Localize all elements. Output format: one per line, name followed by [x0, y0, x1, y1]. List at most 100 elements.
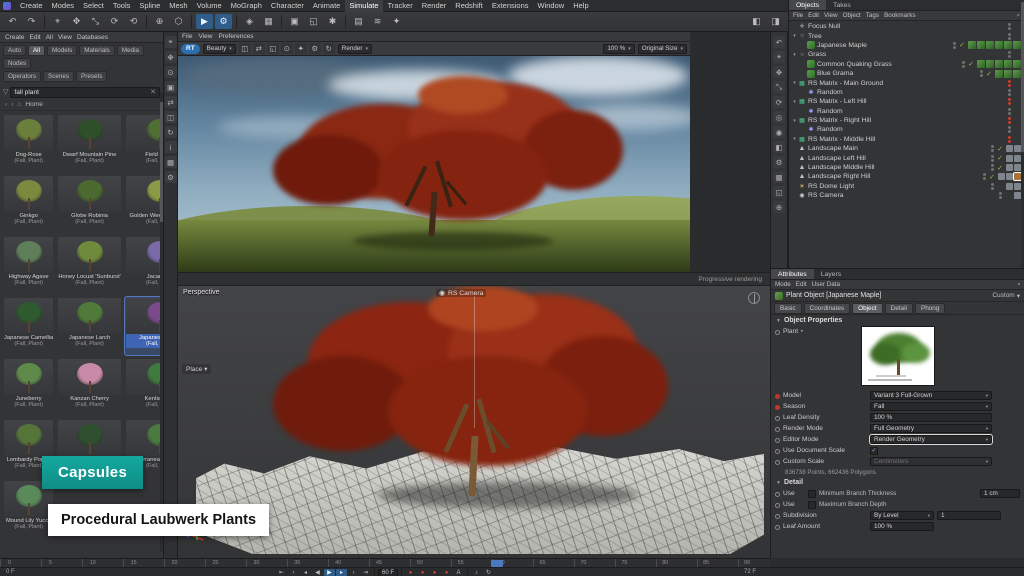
value-field[interactable]: 1 — [937, 511, 1001, 520]
denoise-icon[interactable]: ✦ — [295, 43, 307, 54]
viewport-label[interactable]: Perspective — [183, 289, 220, 296]
menu-character[interactable]: Character — [267, 0, 308, 12]
tag-icon[interactable] — [1014, 192, 1021, 199]
layout-right-icon[interactable]: ◨ — [767, 14, 784, 29]
visibility-dots[interactable] — [999, 192, 1002, 199]
section-tab-object[interactable]: Object — [852, 303, 882, 314]
texture-tag[interactable] — [1004, 41, 1012, 49]
visibility-dots[interactable] — [980, 70, 983, 77]
zoom-dropdown[interactable]: 100 %▾ — [603, 44, 634, 54]
visibility-dots[interactable] — [1008, 89, 1011, 96]
home-icon[interactable]: ⌂ — [17, 101, 21, 108]
group-header[interactable]: ▼ Detail — [771, 477, 1024, 488]
visibility-dots[interactable] — [983, 173, 986, 180]
editor-visibility-dot[interactable] — [1008, 80, 1011, 83]
render-visibility-dot[interactable] — [991, 149, 994, 152]
texture-tag[interactable] — [977, 41, 985, 49]
layout-left-icon[interactable]: ◧ — [748, 14, 765, 29]
sound-icon[interactable]: ♪ — [471, 569, 482, 576]
filters-icon[interactable]: ▦ — [773, 171, 785, 183]
texture-tag[interactable] — [1013, 70, 1021, 78]
attributes-menu-mode[interactable]: Mode — [775, 281, 791, 288]
section-tab-detail[interactable]: Detail — [885, 303, 913, 314]
current-frame-field[interactable]: 60 F — [378, 569, 398, 576]
section-tab-coordinates[interactable]: Coordinates — [804, 303, 850, 314]
frame-label-20[interactable]: 20 — [172, 560, 178, 566]
value-field[interactable]: 1 cm — [980, 489, 1020, 498]
go-to-start-icon[interactable]: ⇤ — [276, 569, 287, 576]
texture-tag[interactable] — [995, 70, 1003, 78]
compare-ab-icon[interactable]: ⇄ — [165, 96, 177, 108]
menu-create[interactable]: Create — [16, 0, 47, 12]
next-key-icon[interactable]: › — [348, 569, 359, 576]
tab-all[interactable]: All — [28, 45, 45, 56]
tab-presets[interactable]: Presets — [76, 71, 107, 82]
asset-menu-databases[interactable]: Databases — [77, 34, 108, 41]
keyframe-dot[interactable] — [775, 416, 780, 421]
range-end-label[interactable]: 72 F — [744, 569, 756, 575]
next-frame-icon[interactable]: ▸ — [336, 569, 347, 576]
menu-spline[interactable]: Spline — [135, 0, 164, 12]
menu-redshift[interactable]: Redshift — [451, 0, 487, 12]
visibility-dots[interactable] — [1008, 80, 1011, 87]
render-menu-file[interactable]: File — [182, 33, 192, 40]
selected-material-tag[interactable] — [1014, 173, 1021, 180]
previous-key-icon[interactable]: ‹ — [288, 569, 299, 576]
aov-dropdown[interactable]: Beauty▾ — [203, 44, 236, 54]
select-tool-icon[interactable]: ⌖ — [773, 51, 785, 63]
options-icon[interactable]: ⚙ — [165, 171, 177, 183]
tag-icon[interactable] — [1014, 183, 1021, 190]
snapshot-icon[interactable]: ◫ — [239, 43, 251, 54]
simulation-settings-icon[interactable]: ⚙ — [215, 14, 232, 29]
editor-visibility-dot[interactable] — [953, 42, 956, 45]
asset-item-dog-rose[interactable]: Dog-Rose(Fall, Plant) — [3, 114, 54, 172]
objects-menu-edit[interactable]: Edit — [808, 12, 819, 19]
section-tab-basic[interactable]: Basic — [774, 303, 802, 314]
frame-label-65[interactable]: 65 — [540, 560, 546, 566]
render-visibility-dot[interactable] — [1008, 27, 1011, 30]
render-visibility-dot[interactable] — [980, 74, 983, 77]
menu-mesh[interactable]: Mesh — [165, 0, 191, 12]
objects-menu-file[interactable]: File — [793, 12, 803, 19]
enabled-check-icon[interactable]: ✓ — [967, 60, 975, 68]
object-row-random[interactable]: ✱Random — [789, 125, 1024, 134]
dropdown-subdivision[interactable]: By Level▾ — [870, 511, 934, 520]
cloth-icon[interactable]: ▤ — [350, 14, 367, 29]
render-visibility-dot[interactable] — [1008, 102, 1011, 105]
camera-label[interactable]: ◉ RS Camera — [436, 289, 486, 297]
attributes-menu-edit[interactable]: Edit — [796, 281, 807, 288]
render-visibility-dot[interactable] — [1008, 37, 1011, 40]
render-settings-icon[interactable]: ✱ — [324, 14, 341, 29]
safe-frames-icon[interactable]: ◱ — [773, 186, 785, 198]
history-icon[interactable]: ↻ — [165, 126, 177, 138]
object-row-rs-camera[interactable]: ◉RS Camera — [789, 191, 1024, 200]
menu-select[interactable]: Select — [79, 0, 108, 12]
keyframe-dot[interactable] — [775, 503, 780, 508]
live-selection-icon[interactable]: ⌖ — [49, 14, 66, 29]
tab-operators[interactable]: Operators — [3, 71, 41, 82]
editor-visibility-dot[interactable] — [999, 192, 1002, 195]
asset-item-japanese-larch[interactable]: Japanese Larch(Fall, Plant) — [57, 297, 121, 355]
record-position-icon[interactable]: ● — [417, 569, 428, 576]
menu-modes[interactable]: Modes — [48, 0, 79, 12]
visibility-dots[interactable] — [991, 145, 994, 152]
render-dropdown[interactable]: Render▾ — [338, 44, 372, 54]
record-rotation-icon[interactable]: ● — [441, 569, 452, 576]
keyframe-dot[interactable] — [775, 449, 780, 454]
menu-volume[interactable]: Volume — [193, 0, 226, 12]
frame-label-0[interactable]: 0 — [8, 560, 11, 566]
enabled-check-icon[interactable]: ✓ — [996, 145, 1004, 153]
filter-icon[interactable]: ▽ — [3, 88, 8, 96]
editor-visibility-dot[interactable] — [1008, 33, 1011, 36]
value-field-leaf-density[interactable]: 100 % — [870, 413, 992, 422]
asset-item-japanese-camellia[interactable]: Japanese Camellia(Fall, Plant) — [3, 297, 54, 355]
texture-tag[interactable] — [995, 41, 1003, 49]
info-icon[interactable]: i — [165, 141, 177, 153]
editor-visibility-dot[interactable] — [1008, 51, 1011, 54]
asset-item-juneberry[interactable]: Juneberry(Fall, Plant) — [3, 358, 54, 416]
expand-arrow-icon[interactable]: ▾ — [791, 99, 798, 105]
keyframe-dot[interactable] — [775, 514, 780, 519]
size-mode-dropdown[interactable]: Original Size▾ — [638, 44, 687, 54]
menu-tracker[interactable]: Tracker — [384, 0, 417, 12]
object-row-landscape-middle-hill[interactable]: ▲Landscape Middle Hill✓ — [789, 163, 1024, 172]
